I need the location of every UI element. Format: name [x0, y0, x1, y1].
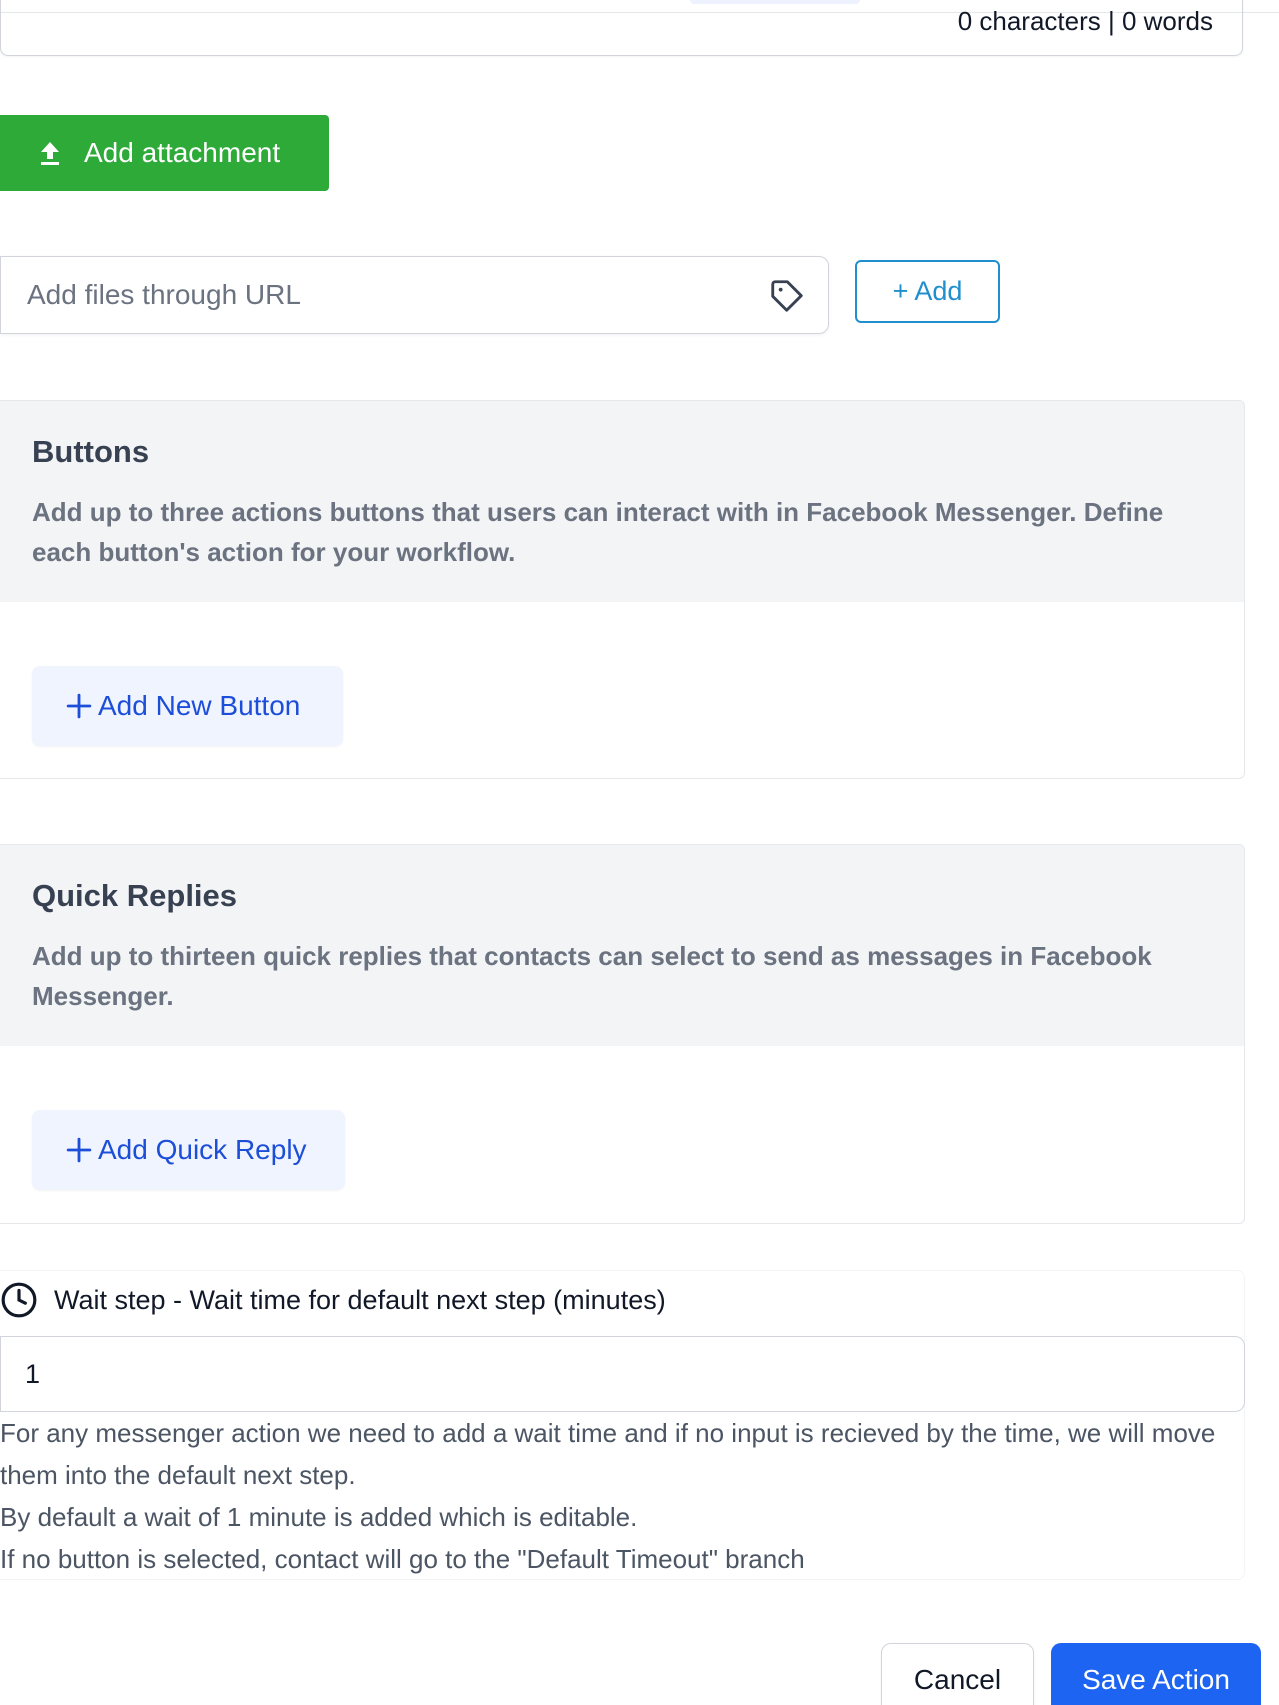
quick-replies-panel-body: Add Quick Reply — [0, 1046, 1244, 1223]
buttons-panel: Buttons Add up to three actions buttons … — [0, 400, 1245, 779]
add-attachment-button[interactable]: Add attachment — [0, 115, 329, 191]
character-word-count: 0 characters | 0 words — [957, 6, 1213, 36]
wait-help-line: If no button is selected, contact will g… — [0, 1544, 805, 1574]
buttons-panel-body: Add New Button — [0, 602, 1244, 778]
buttons-panel-title: Buttons — [32, 434, 150, 469]
tag-icon[interactable] — [768, 277, 806, 315]
add-attachment-label: Add attachment — [84, 137, 281, 168]
cancel-button[interactable]: Cancel — [881, 1643, 1034, 1705]
add-url-button[interactable]: + Add — [855, 260, 1000, 323]
add-quick-reply-label: Add Quick Reply — [98, 1134, 307, 1165]
quick-replies-panel-title: Quick Replies — [32, 878, 238, 913]
add-new-button-label: Add New Button — [98, 690, 301, 721]
quick-replies-panel-description: Add up to thirteen quick replies that co… — [32, 941, 1152, 1011]
messenger-action-form: 0 characters | 0 words Add attachment + … — [0, 0, 1279, 1705]
wait-step-label: Wait step - Wait time for default next s… — [0, 1281, 666, 1319]
wait-step-label-text: Wait step - Wait time for default next s… — [54, 1284, 666, 1315]
add-quick-reply-button[interactable]: Add Quick Reply — [32, 1110, 345, 1190]
add-new-button[interactable]: Add New Button — [32, 666, 343, 746]
quick-replies-panel-header: Quick Replies Add up to thirteen quick r… — [0, 845, 1244, 1046]
plus-icon — [66, 693, 92, 719]
plus-icon — [66, 1137, 92, 1163]
save-action-button[interactable]: Save Action — [1051, 1643, 1261, 1705]
url-field-wrapper — [0, 256, 829, 334]
wait-step-help: For any messenger action we need to add … — [0, 1412, 1245, 1580]
quick-replies-panel: Quick Replies Add up to thirteen quick r… — [0, 844, 1245, 1224]
buttons-panel-header: Buttons Add up to three actions buttons … — [0, 401, 1244, 602]
clock-icon — [1, 1282, 37, 1318]
wait-time-input[interactable] — [0, 1336, 1245, 1412]
file-url-input[interactable] — [1, 257, 741, 333]
wait-help-line: For any messenger action we need to add … — [0, 1418, 1216, 1490]
upload-icon — [41, 142, 59, 165]
buttons-panel-description: Add up to three actions buttons that use… — [32, 497, 1164, 567]
wait-help-line: By default a wait of 1 minute is added w… — [0, 1502, 638, 1532]
